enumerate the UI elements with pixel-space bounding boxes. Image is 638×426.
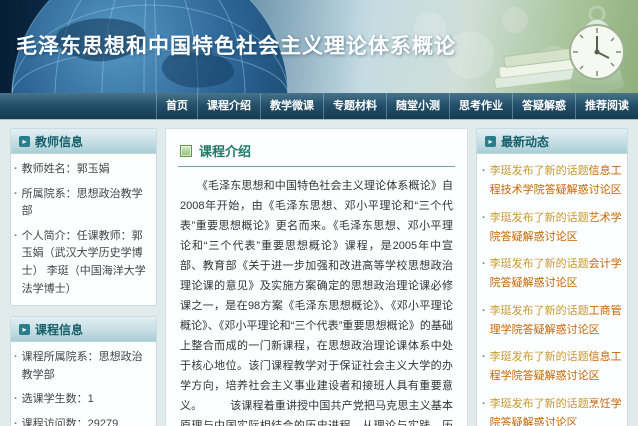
section-grid-icon — [180, 145, 192, 157]
news-item: · 李珽发布了新的话题艺术学院答疑解惑讨论区 — [482, 209, 622, 248]
nav-item[interactable]: 课程介绍 — [197, 93, 260, 119]
section-bullet-icon: ▸ — [19, 324, 30, 335]
news-author-action: 李珽发布了新的话题 — [490, 398, 589, 410]
course-info-text: 选课学生数：1 — [22, 391, 94, 409]
bullet-dot: · — [14, 161, 18, 179]
course-info-list: · 课程所属院系：思想政治教学部 · 选课学生数：1 · 课程访问数：29279 — [11, 349, 156, 426]
bullet-dot: · — [482, 162, 486, 181]
teacher-info-title: 教师信息 — [35, 133, 83, 150]
course-info-title: 课程信息 — [35, 321, 83, 338]
section-bullet-icon: ▸ — [485, 136, 496, 147]
latest-news-title: 最新动态 — [501, 133, 549, 150]
news-author-action: 李珽发布了新的话题 — [490, 165, 589, 177]
teacher-info-text: 所属院系：思想政治教学部 — [22, 186, 153, 221]
news-item: · 李珽发布了新的话题工商管理学院答疑解惑讨论区 — [482, 302, 622, 341]
news-item: · 李珽发布了新的话题会计学院答疑解惑讨论区 — [482, 255, 622, 294]
bullet-dot: · — [14, 391, 18, 409]
nav-item[interactable]: 首页 — [156, 93, 197, 119]
news-text: 李珽发布了新的话题烹饪学院答疑解惑讨论区 — [490, 395, 622, 426]
left-sidebar: ▸ 教师信息 · 教师姓名：郭玉娟 · 所属院系：思想政治教学部 — [10, 128, 157, 426]
course-info-box: ▸ 课程信息 · 课程所属院系：思想政治教学部 · 选课学生数：1 — [10, 316, 157, 426]
news-item: · 李珽发布了新的话题信息工程学院答疑解惑讨论区 — [482, 348, 622, 387]
teacher-info-text: 个人简介：任课教师：郭玉娟（武汉大学历史学博士） 李珽（中国海洋大学法学博士） — [22, 228, 153, 298]
course-intro-header: 课程介绍 — [178, 139, 455, 167]
course-info-item: · 课程所属院系：思想政治教学部 — [14, 349, 153, 384]
latest-news-header: ▸ 最新动态 — [477, 129, 627, 154]
teacher-info-item: · 教师姓名：郭玉娟 — [14, 161, 153, 179]
nav-item[interactable]: 推荐阅读 — [575, 93, 638, 119]
news-text: 李珽发布了新的话题信息工程学院答疑解惑讨论区 — [490, 348, 622, 387]
section-bullet-icon: ▸ — [19, 136, 30, 147]
teacher-info-item: · 个人简介：任课教师：郭玉娟（武汉大学历史学博士） 李珽（中国海洋大学法学博士… — [14, 228, 153, 298]
right-sidebar: ▸ 最新动态 · 李珽发布了新的话题信息工程技术学院答疑解惑讨论区 · 李珽发布… — [476, 128, 628, 426]
course-info-item: · 课程访问数：29279 — [14, 416, 153, 426]
news-author-action: 李珽发布了新的话题 — [490, 258, 589, 270]
nav-item[interactable]: 答疑解惑 — [512, 93, 575, 119]
bullet-dot: · — [14, 186, 18, 221]
course-info-header: ▸ 课程信息 — [11, 317, 156, 342]
course-info-text: 课程访问数：29279 — [22, 416, 119, 426]
news-author-action: 李珽发布了新的话题 — [490, 351, 589, 363]
course-intro-title: 课程介绍 — [199, 141, 251, 160]
main-nav: 首页 课程介绍 教学微课 专题材料 随堂小测 思考作业 答疑解惑 推荐阅读 — [0, 93, 638, 120]
nav-item[interactable]: 专题材料 — [323, 93, 386, 119]
banner: 毛泽东思想和中国特色社会主义理论体系概论 — [0, 0, 638, 93]
bullet-dot: · — [482, 302, 486, 321]
bullet-dot: · — [14, 349, 18, 384]
news-text: 李珽发布了新的话题工商管理学院答疑解惑讨论区 — [490, 302, 622, 341]
news-text: 李珽发布了新的话题信息工程技术学院答疑解惑讨论区 — [490, 162, 622, 201]
news-author-action: 李珽发布了新的话题 — [490, 212, 589, 224]
bullet-dot: · — [14, 228, 18, 298]
latest-news-list: · 李珽发布了新的话题信息工程技术学院答疑解惑讨论区 · 李珽发布了新的话题艺术… — [477, 162, 627, 426]
news-author-action: 李珽发布了新的话题 — [490, 305, 589, 317]
nav-item[interactable]: 随堂小测 — [386, 93, 449, 119]
course-intro-paragraph: 《毛泽东思想和中国特色社会主义理论体系概论》自2008年开始，由《毛泽东思想、邓… — [180, 176, 453, 426]
teacher-info-header: ▸ 教师信息 — [11, 129, 156, 154]
nav-item[interactable]: 教学微课 — [260, 93, 323, 119]
news-text: 李珽发布了新的话题艺术学院答疑解惑讨论区 — [490, 209, 622, 248]
content-area: ▸ 教师信息 · 教师姓名：郭玉娟 · 所属院系：思想政治教学部 — [0, 120, 638, 426]
news-text: 李珽发布了新的话题会计学院答疑解惑讨论区 — [490, 255, 622, 294]
teacher-info-text: 教师姓名：郭玉娟 — [22, 161, 110, 179]
bullet-dot: · — [482, 395, 486, 414]
course-homepage: { "banner": { "title": "毛泽东思想和中国特色社会主义理论… — [0, 0, 638, 426]
main-panel: 课程介绍 《毛泽东思想和中国特色社会主义理论体系概论》自2008年开始，由《毛泽… — [165, 128, 468, 426]
latest-news-box: ▸ 最新动态 · 李珽发布了新的话题信息工程技术学院答疑解惑讨论区 · 李珽发布… — [476, 128, 628, 426]
nav-item[interactable]: 思考作业 — [449, 93, 512, 119]
bullet-dot: · — [482, 255, 486, 274]
clock-image — [570, 7, 624, 91]
news-item: · 李珽发布了新的话题烹饪学院答疑解惑讨论区 — [482, 395, 622, 426]
teacher-info-box: ▸ 教师信息 · 教师姓名：郭玉娟 · 所属院系：思想政治教学部 — [10, 128, 157, 306]
page-title: 毛泽东思想和中国特色社会主义理论体系概论 — [16, 30, 456, 60]
teacher-info-list: · 教师姓名：郭玉娟 · 所属院系：思想政治教学部 · 个人简介：任课教师：郭玉… — [11, 161, 156, 298]
course-info-text: 课程所属院系：思想政治教学部 — [22, 349, 153, 384]
course-info-item: · 选课学生数：1 — [14, 391, 153, 409]
bullet-dot: · — [482, 348, 486, 367]
teacher-info-item: · 所属院系：思想政治教学部 — [14, 186, 153, 221]
news-item: · 李珽发布了新的话题信息工程技术学院答疑解惑讨论区 — [482, 162, 622, 201]
bullet-dot: · — [14, 416, 18, 426]
bullet-dot: · — [482, 209, 486, 228]
